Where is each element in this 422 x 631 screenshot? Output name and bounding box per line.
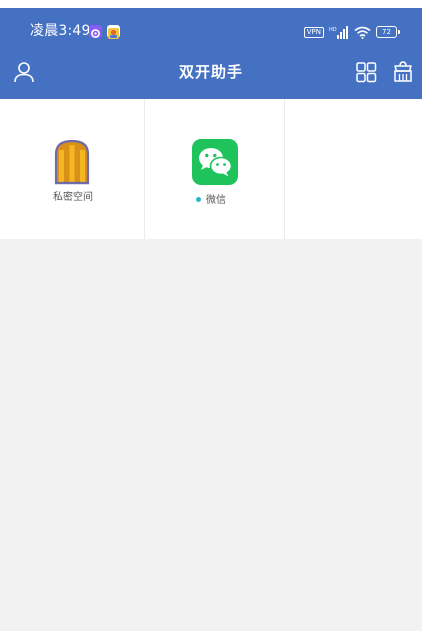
status-bar: 凌晨3:49 VPN HD 72 [0,8,422,46]
grid-view-icon[interactable] [355,61,379,85]
app-item-private-space[interactable]: 私密空间 [3,99,143,239]
top-edge [0,0,422,8]
app-label: 私密空间 [53,192,93,203]
wifi-icon [354,26,371,39]
vpn-badge: VPN [303,26,324,38]
screen: 凌晨3:49 VPN HD 72 双开助手 私密空间 微信 [0,0,422,631]
app-item-empty [285,99,422,239]
store-icon[interactable] [392,60,416,84]
cellular-signal-icon: HD [329,25,349,39]
private-space-icon [53,139,91,185]
notification-game-icon [107,25,120,39]
app-label: 微信 [206,195,226,206]
status-indicators: VPN HD 72 [303,24,400,40]
running-status-dot [196,196,201,202]
wechat-icon [192,139,238,185]
status-time: 凌晨3:49 [30,23,91,39]
battery-icon: 72 [376,26,400,38]
battery-level: 72 [376,26,397,38]
notification-app-icon [89,25,102,38]
app-item-wechat[interactable]: 微信 [145,99,285,239]
battery-tip [398,30,400,34]
app-label-row: 微信 [141,194,281,208]
signal-hd-text: HD [329,27,337,33]
